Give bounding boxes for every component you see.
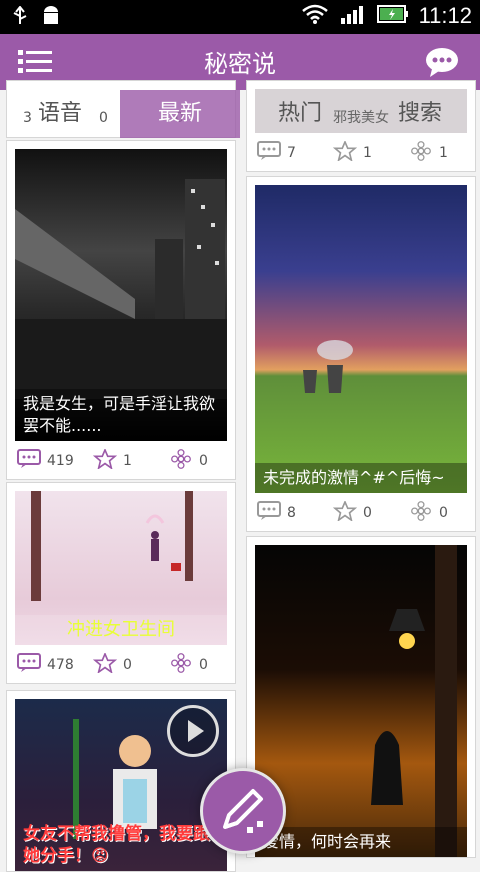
post-card[interactable]: 冲进女卫生间 478 0 0 xyxy=(6,482,236,684)
comment-icon xyxy=(257,141,281,165)
flower-icon[interactable] xyxy=(169,653,193,677)
comment-count: 8 xyxy=(287,505,296,521)
compose-pencil-icon xyxy=(203,789,283,855)
post-card[interactable]: 未完成的激情^#^后悔~ 8 0 0 xyxy=(246,176,476,532)
tab-hot[interactable]: 热门 xyxy=(240,90,360,138)
usb-icon xyxy=(10,5,30,32)
chat-icon[interactable] xyxy=(424,44,460,80)
star-icon[interactable] xyxy=(92,447,118,473)
status-bar: 11:12 xyxy=(0,0,480,34)
post-card[interactable]: 我是女生，可是手淫让我欲罢不能...... 419 1 0 xyxy=(6,140,236,480)
post-image: 我是女生，可是手淫让我欲罢不能...... xyxy=(15,149,227,441)
like-count: 1 xyxy=(363,145,372,161)
flower-icon[interactable] xyxy=(409,501,433,525)
post-card[interactable]: 女友不帮我撸管，我要跟她分手！😡 xyxy=(6,690,236,872)
post-stats: 8 0 0 xyxy=(247,495,475,531)
post-image: 冲进女卫生间 xyxy=(15,491,227,645)
comment-icon xyxy=(257,501,281,525)
tab-bar: 语音 最新 热门 搜索 xyxy=(0,90,480,140)
post-caption: 未完成的激情^#^后悔~ xyxy=(255,463,467,493)
post-caption: 我是女生，可是手淫让我欲罢不能...... xyxy=(15,389,227,441)
compose-button[interactable] xyxy=(200,768,286,854)
page-title: 秘密说 xyxy=(204,50,276,78)
comment-count: 7 xyxy=(287,145,296,161)
flower-count: 0 xyxy=(439,505,448,521)
android-debug-icon xyxy=(40,6,62,32)
post-image: 女友不帮我撸管，我要跟她分手！😡 xyxy=(15,699,227,871)
tab-latest[interactable]: 最新 xyxy=(120,90,240,138)
post-image: 爱情，何时会再来 xyxy=(255,545,467,857)
flower-icon[interactable] xyxy=(409,141,433,165)
play-button[interactable] xyxy=(167,705,219,757)
status-time: 11:12 xyxy=(418,3,472,28)
signal-icon xyxy=(339,3,367,29)
like-count: 1 xyxy=(123,453,132,469)
comment-count: 478 xyxy=(47,657,74,673)
like-count: 0 xyxy=(123,657,132,673)
post-stats: 419 1 0 xyxy=(7,443,235,479)
post-caption: 冲进女卫生间 xyxy=(15,615,227,645)
battery-icon xyxy=(376,3,409,29)
star-icon[interactable] xyxy=(92,651,118,677)
tab-search[interactable]: 搜索 xyxy=(360,90,480,138)
comment-count: 419 xyxy=(47,453,74,469)
post-stats: 7 1 1 xyxy=(247,135,475,171)
tab-voice[interactable]: 语音 xyxy=(0,90,120,138)
flower-icon[interactable] xyxy=(169,449,193,473)
star-icon[interactable] xyxy=(332,139,358,165)
flower-count: 1 xyxy=(439,145,448,161)
star-icon[interactable] xyxy=(332,499,358,525)
post-caption: 爱情，何时会再来 xyxy=(255,827,467,857)
wifi-icon xyxy=(301,3,329,29)
post-image: 未完成的激情^#^后悔~ xyxy=(255,185,467,493)
post-caption: 女友不帮我撸管，我要跟她分手！😡 xyxy=(23,824,210,866)
flower-count: 0 xyxy=(199,453,208,469)
post-stats: 478 0 0 xyxy=(7,647,235,683)
comment-icon xyxy=(17,449,41,473)
like-count: 0 xyxy=(363,505,372,521)
comment-icon xyxy=(17,653,41,677)
flower-count: 0 xyxy=(199,657,208,673)
